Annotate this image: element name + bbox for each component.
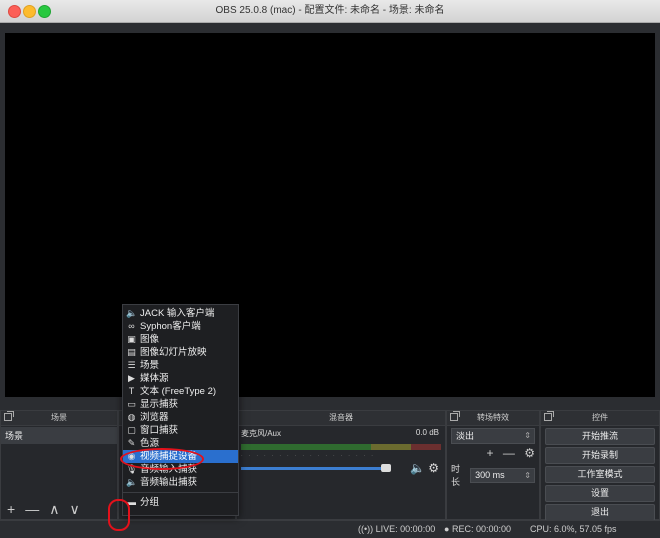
- controls-dock-title: 控件: [592, 413, 608, 422]
- menu-item-slideshow[interactable]: ▤ 图像幻灯片放映: [123, 346, 238, 359]
- scenes-dock: 场景 场景 + — ∧ ∨: [0, 410, 118, 520]
- meter-ticks: ··················: [241, 453, 379, 459]
- controls-dock-header: 控件: [541, 411, 659, 426]
- transition-tools: + — ⚙: [451, 446, 535, 460]
- text-icon: T: [128, 386, 135, 396]
- close-window-button[interactable]: [8, 5, 21, 18]
- live-status: ((•)) LIVE: 00:00:00: [358, 524, 436, 534]
- add-source-menu: 🔈 JACK 输入客户端 ∞ Syphon客户端 ▣ 图像 ▤ 图像幻灯片放映 ☰ 场景 …: [122, 304, 239, 516]
- window-icon: ▢: [127, 425, 136, 435]
- scenes-dock-title: 场景: [51, 413, 67, 422]
- mixer-dock-title: 混音器: [329, 413, 353, 422]
- preview-canvas[interactable]: [5, 33, 655, 397]
- transition-duration: 时长 300 ms: [451, 462, 535, 488]
- menu-item-syphon[interactable]: ∞ Syphon客户端: [123, 320, 238, 333]
- transitions-dock: 转场特效 淡出 + — ⚙ 时长 300 ms: [446, 410, 540, 520]
- undock-icon[interactable]: [450, 411, 460, 421]
- mixer-track: 麦克风/Aux 0.0 dB: [237, 426, 445, 441]
- undock-icon[interactable]: [544, 411, 554, 421]
- slideshow-icon: ▤: [127, 347, 136, 357]
- remove-scene-button[interactable]: —: [25, 501, 39, 517]
- volume-slider-fill: [241, 467, 381, 470]
- menu-item-group[interactable]: ▬ 分组: [123, 496, 238, 509]
- title-bar: OBS 25.0.8 (mac) - 配置文件: 未命名 - 场景: 未命名: [0, 0, 660, 23]
- duration-label: 时长: [451, 464, 461, 487]
- volume-slider[interactable]: 🔈 ⚙: [241, 461, 441, 476]
- menu-item-media-source[interactable]: ▶ 媒体源: [123, 372, 238, 385]
- speaker-icon[interactable]: 🔈: [410, 461, 425, 475]
- menu-item-window-capture[interactable]: ▢ 窗口捕获: [123, 424, 238, 437]
- transitions-dock-title: 转场特效: [477, 413, 509, 422]
- minimize-window-button[interactable]: [23, 5, 36, 18]
- preview-area: [0, 23, 660, 408]
- remove-transition-button[interactable]: —: [503, 446, 515, 460]
- menu-item-jack-input[interactable]: 🔈 JACK 输入客户端: [123, 307, 238, 320]
- window-title: OBS 25.0.8 (mac) - 配置文件: 未命名 - 场景: 未命名: [215, 5, 445, 16]
- list-icon: ☰: [127, 360, 136, 370]
- menu-item-scene[interactable]: ☰ 场景: [123, 359, 238, 372]
- docks-panel: 场景 场景 + — ∧ ∨ + 混音器 麦克风/Aux 0.0 dB ·····…: [0, 410, 660, 521]
- speaker-icon: 🔈: [126, 477, 138, 487]
- undock-icon[interactable]: [4, 411, 14, 421]
- scenes-dock-header: 场景: [1, 411, 117, 426]
- track-db: 0.0 dB: [415, 428, 439, 437]
- start-recording-button[interactable]: 开始录制: [545, 447, 655, 464]
- scenes-toolbar: + — ∧ ∨: [1, 499, 117, 519]
- rec-status: ● REC: 00:00:00: [444, 524, 511, 534]
- scene-list-item[interactable]: 场景: [1, 427, 117, 444]
- cpu-status: CPU: 6.0%, 57.05 fps: [530, 524, 617, 534]
- add-scene-button[interactable]: +: [7, 501, 15, 517]
- status-bar: ((•)) LIVE: 00:00:00 ● REC: 00:00:00 CPU…: [0, 520, 660, 538]
- mixer-dock-header: 混音器: [237, 411, 445, 426]
- volume-slider-handle[interactable]: [381, 464, 391, 472]
- speaker-icon: 🔈: [126, 308, 138, 318]
- image-icon: ▣: [127, 334, 136, 344]
- menu-item-browser[interactable]: ◍ 浏览器: [123, 411, 238, 424]
- gear-icon[interactable]: ⚙: [428, 461, 439, 475]
- transition-select[interactable]: 淡出: [451, 428, 535, 444]
- menu-item-color-source[interactable]: ✎ 色源: [123, 437, 238, 450]
- monitor-icon: ▭: [127, 399, 136, 409]
- menu-item-display-capture[interactable]: ▭ 显示捕获: [123, 398, 238, 411]
- broadcast-icon: ((•)): [358, 524, 374, 534]
- annotation-highlight-circle: [120, 448, 204, 470]
- menu-separator: [123, 492, 238, 493]
- menu-item-image[interactable]: ▣ 图像: [123, 333, 238, 346]
- controls-dock: 控件 开始推流 开始录制 工作室模式 设置 退出: [540, 410, 660, 521]
- record-dot-icon: ●: [444, 524, 450, 534]
- globe-icon: ◍: [127, 412, 136, 422]
- add-transition-button[interactable]: +: [487, 446, 494, 460]
- settings-button[interactable]: 设置: [545, 485, 655, 502]
- link-icon: ∞: [128, 321, 135, 331]
- menu-item-text[interactable]: T 文本 (FreeType 2): [123, 385, 238, 398]
- start-streaming-button[interactable]: 开始推流: [545, 428, 655, 445]
- play-icon: ▶: [128, 373, 135, 383]
- track-name: 麦克风/Aux: [241, 429, 282, 438]
- exit-button[interactable]: 退出: [545, 504, 655, 521]
- duration-spinbox[interactable]: 300 ms: [470, 467, 535, 483]
- menu-item-audio-output-capture[interactable]: 🔈 音频输出捕获: [123, 476, 238, 489]
- transitions-dock-header: 转场特效: [447, 411, 539, 426]
- gear-icon[interactable]: ⚙: [524, 446, 535, 460]
- move-scene-down-button[interactable]: ∨: [69, 501, 79, 518]
- zoom-window-button[interactable]: [38, 5, 51, 18]
- studio-mode-button[interactable]: 工作室模式: [545, 466, 655, 483]
- move-scene-up-button[interactable]: ∧: [49, 501, 59, 518]
- annotation-add-button-circle: [108, 499, 130, 531]
- brush-icon: ✎: [127, 438, 136, 448]
- volume-meter: [241, 444, 441, 450]
- mixer-dock: 混音器 麦克风/Aux 0.0 dB ·················· 🔈 …: [236, 410, 446, 520]
